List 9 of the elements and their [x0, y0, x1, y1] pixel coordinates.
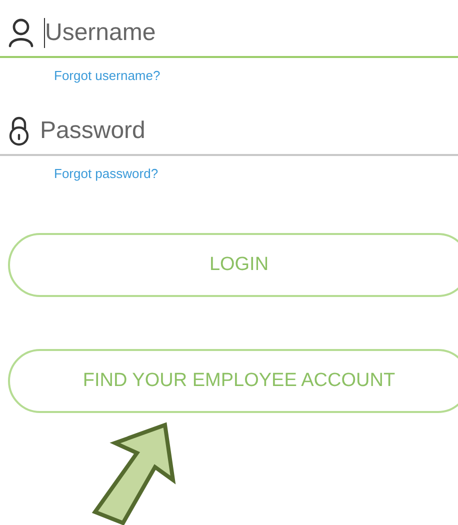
- input-field[interactable]: Username: [45, 15, 345, 51]
- user-icon: [8, 18, 34, 48]
- login-button[interactable]: LOGIN: [8, 233, 458, 297]
- forgot-link[interactable]: Forgot password?: [54, 164, 158, 183]
- text-cursor: [44, 18, 45, 48]
- input-field[interactable]: Password: [40, 112, 340, 148]
- find-account-button[interactable]: FIND YOUR EMPLOYEE ACCOUNT: [8, 349, 458, 413]
- lock-icon: [8, 116, 30, 146]
- forgot-link[interactable]: Forgot username?: [54, 66, 160, 86]
